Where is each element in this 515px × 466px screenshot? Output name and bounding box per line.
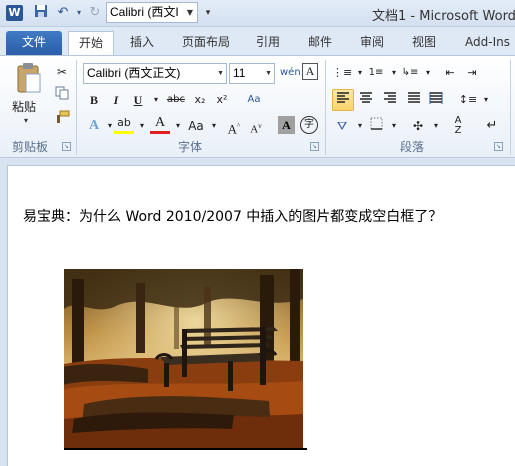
underline-icon[interactable]: U	[128, 90, 148, 110]
document-page[interactable]: 易宝典：为什么 Word 2010/2007 中插入的图片都变成空白框了？	[7, 165, 515, 466]
show-marks-icon[interactable]: ↵	[482, 116, 502, 136]
word-icon[interactable]: W	[6, 5, 23, 21]
char-border-icon[interactable]: A	[302, 63, 318, 80]
bullets-icon[interactable]: ⋮≡	[332, 63, 352, 83]
phonetic-guide-icon[interactable]: wén	[280, 63, 301, 83]
chevron-down-icon[interactable]: ▾	[476, 90, 496, 110]
char-shading-icon[interactable]: A	[278, 116, 295, 134]
title-bar: W ↶ ▾ ↻ Calibri (西文I ▼ ▾ 文档1 - Microsoft…	[0, 0, 515, 27]
distributed-icon[interactable]	[426, 90, 446, 110]
font-name-dropdown[interactable]: Calibri (西文正文) ▼	[83, 63, 227, 84]
chevron-down-icon[interactable]: ▼	[183, 3, 197, 22]
tab-file[interactable]: 文件	[6, 31, 62, 55]
tab-page-layout[interactable]: 页面布局	[176, 32, 236, 55]
chinese-layout-icon[interactable]: ✣	[408, 116, 428, 136]
chevron-down-icon: ▼	[265, 70, 272, 77]
shrink-font-icon[interactable]: Av	[246, 116, 266, 136]
clipboard-group-label: 剪贴板	[12, 140, 49, 154]
tab-add-ins[interactable]: Add-Ins	[460, 32, 515, 55]
chevron-down-icon[interactable]: ▾	[418, 63, 438, 83]
tab-home[interactable]: 开始	[68, 31, 114, 55]
group-divider	[510, 60, 511, 155]
italic-icon[interactable]: I	[106, 90, 126, 110]
change-case-icon[interactable]: Aa	[186, 116, 206, 136]
font-group-label: 字体	[177, 140, 202, 154]
ribbon-tabs: 文件 开始 插入 页面布局 引用 邮件 审阅 视图 Add-Ins	[0, 27, 515, 55]
tab-mailings[interactable]: 邮件	[300, 32, 340, 55]
font-color-icon[interactable]: A	[150, 116, 170, 134]
borders-icon[interactable]	[366, 116, 386, 136]
numbering-icon[interactable]: 1≡	[366, 63, 386, 83]
paste-button[interactable]: 粘贴	[12, 98, 36, 115]
group-divider	[325, 60, 326, 155]
format-painter-icon[interactable]	[52, 110, 72, 130]
chevron-down-icon[interactable]: ▾	[146, 90, 166, 110]
font-size-dropdown[interactable]: 11 ▼	[229, 63, 275, 84]
superscript-icon[interactable]: x²	[212, 90, 232, 110]
customize-qat-icon[interactable]: ▾	[202, 5, 214, 21]
copy-icon[interactable]	[52, 86, 72, 106]
chevron-down-icon[interactable]: ▾	[24, 116, 28, 125]
redo-icon[interactable]: ↻	[86, 4, 104, 22]
ribbon-home: 粘贴 ▾ ✂ 剪贴板 ↘ Calibri (西文正文) ▼ 11 ▼ wén A…	[0, 55, 515, 158]
align-right-icon[interactable]	[380, 90, 400, 110]
justify-icon[interactable]	[404, 90, 424, 110]
document-area[interactable]: 易宝典：为什么 Word 2010/2007 中插入的图片都变成空白框了？	[0, 159, 515, 466]
save-icon[interactable]	[32, 4, 50, 22]
chevron-down-icon[interactable]: ▾	[384, 116, 404, 136]
bold-icon[interactable]: B	[84, 90, 104, 110]
tab-insert[interactable]: 插入	[122, 32, 162, 55]
subscript-icon[interactable]: x₂	[190, 90, 210, 110]
chevron-down-icon[interactable]: ▾	[132, 116, 152, 136]
line-spacing-icon[interactable]: ↕≡	[458, 90, 478, 110]
clear-formatting-icon[interactable]: Aa	[244, 90, 264, 110]
font-launcher-icon[interactable]: ↘	[310, 142, 319, 151]
cut-icon[interactable]: ✂	[52, 62, 72, 82]
increase-indent-icon[interactable]: ⇥	[462, 63, 482, 83]
sort-icon[interactable]: AZ	[448, 116, 468, 136]
tab-view[interactable]: 视图	[404, 32, 444, 55]
enclose-char-icon[interactable]: 字	[300, 116, 318, 134]
document-text-line[interactable]: 易宝典：为什么 Word 2010/2007 中插入的图片都变成空白框了？	[23, 206, 442, 226]
chevron-down-icon[interactable]: ▾	[168, 116, 188, 136]
paragraph-group-label: 段落	[399, 140, 424, 154]
shading-icon[interactable]: ⛛	[332, 116, 352, 136]
paste-icon[interactable]	[16, 62, 42, 94]
decrease-indent-icon[interactable]: ⇤	[440, 63, 460, 83]
chevron-down-icon[interactable]: ▾	[426, 116, 446, 136]
chevron-down-icon: ▼	[217, 70, 224, 77]
tab-references[interactable]: 引用	[248, 32, 288, 55]
window-title: 文档1 - Microsoft Word	[372, 9, 515, 24]
picture-bottom-border	[64, 448, 307, 450]
highlight-icon[interactable]: ab	[114, 116, 134, 134]
strikethrough-icon[interactable]: abc	[164, 90, 188, 110]
grow-font-icon[interactable]: A^	[224, 116, 244, 136]
inserted-picture[interactable]	[62, 269, 303, 448]
font-name-value: Calibri (西文正文)	[87, 66, 181, 80]
group-divider	[76, 60, 77, 155]
clipboard-launcher-icon[interactable]: ↘	[62, 142, 71, 151]
align-left-icon[interactable]	[332, 89, 354, 111]
center-icon[interactable]	[356, 90, 376, 110]
multilevel-icon[interactable]: ↳≡	[400, 63, 420, 83]
paragraph-launcher-icon[interactable]: ↘	[494, 142, 503, 151]
chevron-down-icon[interactable]: ▾	[204, 116, 224, 136]
tab-review[interactable]: 审阅	[352, 32, 392, 55]
font-size-value: 11	[233, 66, 246, 80]
